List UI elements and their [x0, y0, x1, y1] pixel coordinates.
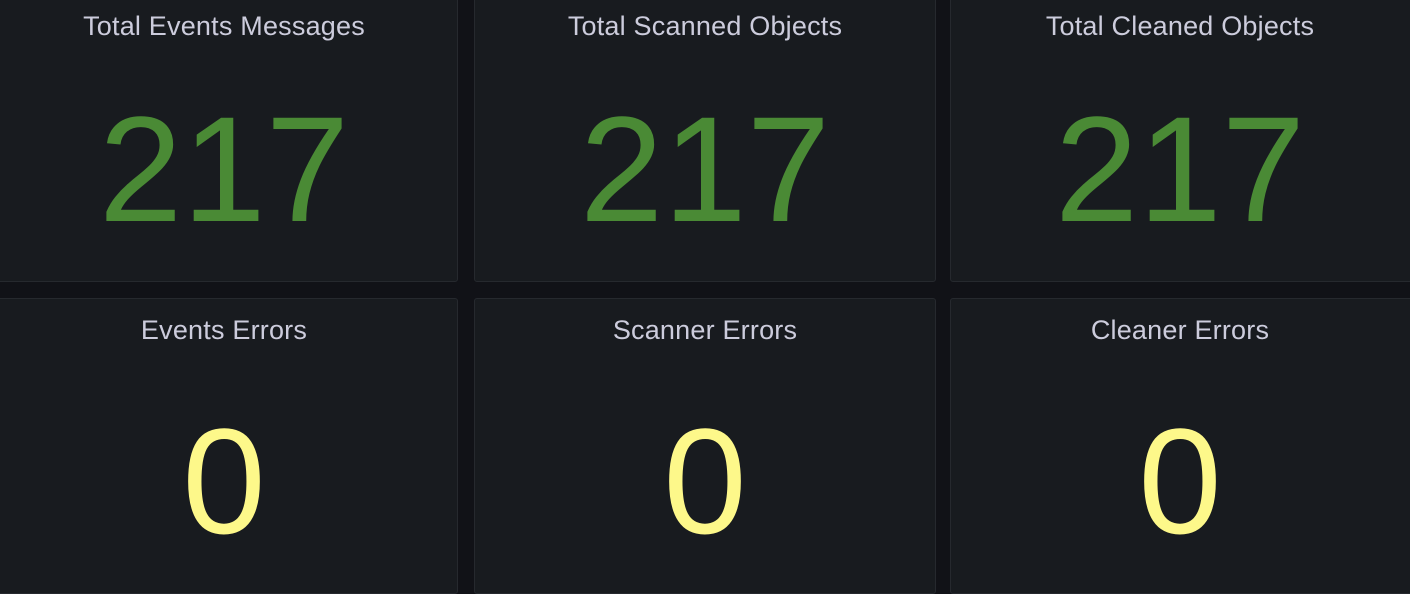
stat-panel-events-errors[interactable]: Events Errors 0 — [0, 298, 458, 594]
stat-value: 0 — [663, 397, 747, 565]
stat-panel-total-cleaned-objects[interactable]: Total Cleaned Objects 217 — [950, 0, 1410, 282]
stat-panel-total-scanned-objects[interactable]: Total Scanned Objects 217 — [474, 0, 936, 282]
stat-value: 217 — [579, 85, 831, 253]
stat-value: 217 — [1054, 85, 1306, 253]
panel-title: Events Errors — [140, 315, 308, 345]
panel-title: Total Cleaned Objects — [1045, 11, 1315, 41]
stat-panel-scanner-errors[interactable]: Scanner Errors 0 — [474, 298, 936, 594]
stat-value: 0 — [1138, 397, 1222, 565]
stat-value: 0 — [182, 397, 266, 565]
stat-panel-total-events-messages[interactable]: Total Events Messages 217 — [0, 0, 458, 282]
stat-value: 217 — [98, 85, 350, 253]
panel-title: Cleaner Errors — [1090, 315, 1270, 345]
panel-title: Scanner Errors — [612, 315, 798, 345]
panel-title: Total Scanned Objects — [567, 11, 843, 41]
stat-panel-cleaner-errors[interactable]: Cleaner Errors 0 — [950, 298, 1410, 594]
panel-title: Total Events Messages — [83, 11, 365, 41]
